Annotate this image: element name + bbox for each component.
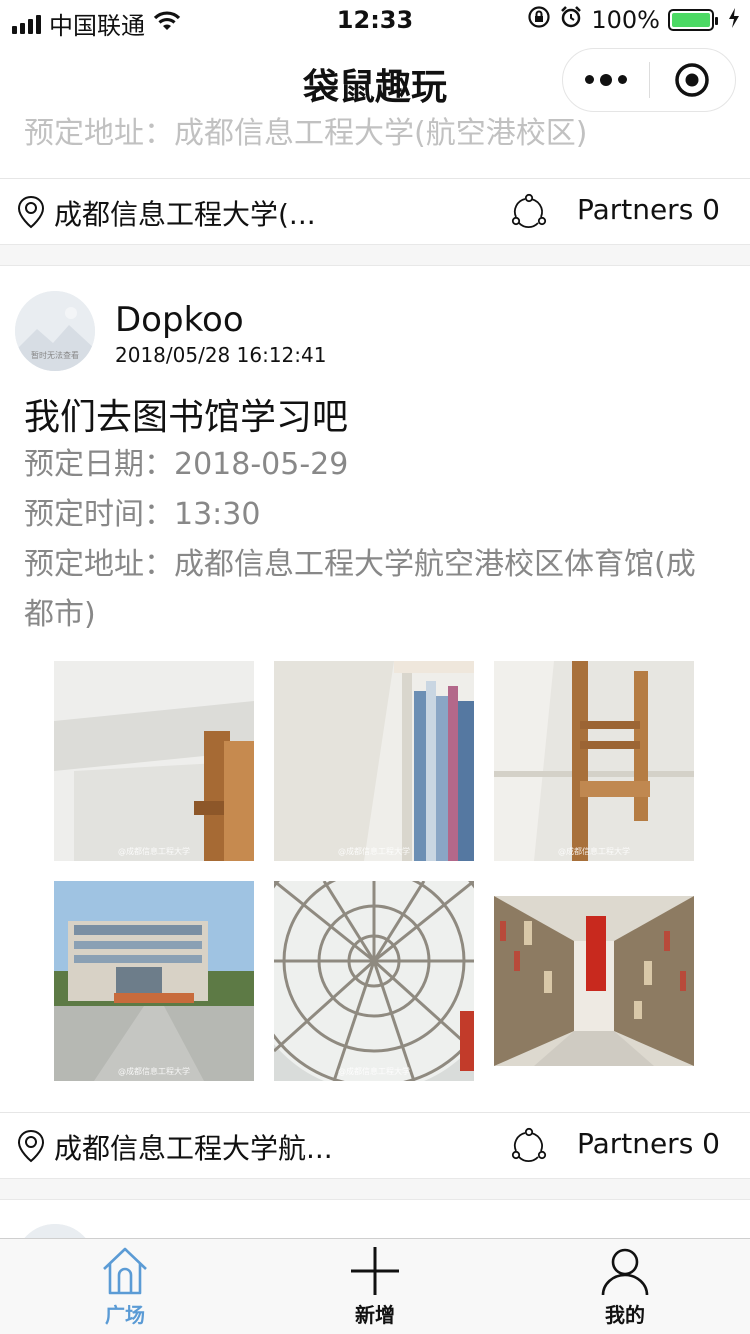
battery-percent: 100% [591,6,660,34]
date-line: 预定日期：2018-05-29 [24,447,349,482]
card-separator [0,244,750,266]
status-bar: 中国联通 12:33 100% [0,0,750,40]
charging-icon [728,6,740,34]
image-watermark: @成都信息工程大学 [558,847,630,856]
status-right: 100% [527,5,740,35]
post-image-bookshelf-closeup[interactable]: @成都信息工程大学 [274,661,474,861]
home-icon [103,1247,147,1295]
previous-card-footer: 成都信息工程大学(... Partners 0 [0,178,750,244]
location-pin-icon [16,1129,46,1167]
post-title: 我们去图书馆学习吧 [24,397,349,438]
tab-bar: 广场 新增 我的 [0,1238,750,1334]
previous-card-address: 预定地址：成都信息工程大学(航空港校区) [24,116,588,151]
avatar[interactable] [15,1224,95,1238]
target-icon [675,63,709,97]
image-watermark: @成都信息工程大学 [118,1067,190,1076]
feed[interactable]: 预定地址：成都信息工程大学(航空港校区) 成都信息工程大学(... Partne… [0,100,750,1238]
post-image-wooden-chair[interactable]: @成都信息工程大学 [494,661,694,861]
avatar[interactable]: 暂时无法查看 [15,291,95,371]
more-menu-button[interactable] [563,73,649,86]
username[interactable]: Dopkoo [115,300,244,340]
location-label[interactable]: 成都信息工程大学(... [54,193,316,233]
time-line: 预定时间：13:30 [24,497,261,532]
image-placeholder-icon [15,1224,95,1238]
post-timestamp: 2018/05/28 16:12:41 [115,343,327,367]
avatar-caption: 暂时无法查看 [31,351,79,360]
share-icon[interactable] [510,1127,548,1169]
tab-label: 新增 [355,1303,395,1327]
close-mini-program-button[interactable] [650,62,736,98]
post-image-library-building[interactable]: @成都信息工程大学 [54,881,254,1081]
post-image-chair-shadow[interactable]: @成都信息工程大学 [54,661,254,861]
share-icon[interactable] [510,193,548,235]
tab-label: 我的 [605,1303,645,1327]
post-card-footer: 成都信息工程大学航... Partners 0 [0,1112,750,1178]
post-image-library-aisle[interactable]: @成都信息工程大学 [494,881,694,1081]
tab-plaza[interactable]: 广场 [0,1239,250,1334]
user-icon [601,1248,649,1296]
tab-mine[interactable]: 我的 [500,1239,750,1334]
tab-add[interactable]: 新增 [250,1239,500,1334]
battery-icon [668,9,718,31]
partners-count[interactable]: Partners 0 [577,193,720,226]
tab-label: 广场 [105,1303,145,1327]
image-watermark: @成都信息工程大学 [558,1067,630,1076]
alarm-icon [559,5,583,35]
image-watermark: @成都信息工程大学 [338,1067,410,1076]
post-image-glass-dome[interactable]: @成都信息工程大学 [274,881,474,1081]
card-separator [0,1178,750,1200]
location-pin-icon [16,195,46,233]
location-label[interactable]: 成都信息工程大学航... [54,1127,333,1167]
image-watermark: @成都信息工程大学 [118,847,190,856]
plus-icon [351,1247,399,1295]
rotation-lock-icon [527,5,551,35]
partners-count[interactable]: Partners 0 [577,1127,720,1160]
image-watermark: @成都信息工程大学 [338,847,410,856]
address-line: 预定地址：成都信息工程大学航空港校区体育馆(成都市) [24,547,696,632]
